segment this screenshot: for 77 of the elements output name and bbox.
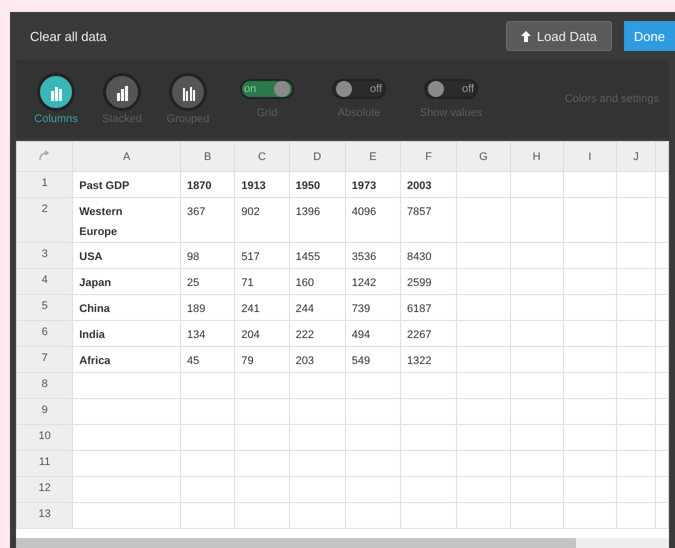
table-cell: 494 <box>345 320 401 346</box>
row-number[interactable]: 1 <box>16 172 73 198</box>
table-cell: 1322 <box>400 346 457 372</box>
table-cell: 1950 <box>289 172 346 198</box>
row-number[interactable]: 6 <box>16 320 73 346</box>
row-number[interactable]: 7 <box>16 346 73 372</box>
table-cell: Western Europe <box>72 198 181 242</box>
table-cell: 98 <box>180 242 235 268</box>
table-cell: 189 <box>180 294 235 320</box>
table-cell: 1242 <box>345 268 401 294</box>
table-cell: 517 <box>234 242 290 268</box>
chart-type-label: Columns <box>34 113 78 125</box>
curved-arrow-icon <box>38 150 51 160</box>
table-cell: 1913 <box>234 172 290 198</box>
chart-type-button[interactable] <box>103 73 141 111</box>
chart-type-button[interactable] <box>169 73 207 111</box>
row-number[interactable]: 13 <box>16 502 73 528</box>
row-number[interactable]: 8 <box>16 372 73 398</box>
row-number[interactable]: 12 <box>16 476 73 502</box>
table-cell: 367 <box>180 198 235 242</box>
table-cell: 160 <box>289 268 346 294</box>
bar-chart-icon <box>115 83 129 101</box>
table-cell: 71 <box>234 268 290 294</box>
column-header[interactable]: C <box>234 142 290 172</box>
table-cell: Africa <box>72 346 181 372</box>
table-cell: 79 <box>234 346 290 372</box>
table-cell: 45 <box>180 346 235 372</box>
column-header[interactable]: J <box>616 142 656 172</box>
table-cell: 25 <box>180 268 235 294</box>
table-cell: 3536 <box>345 242 401 268</box>
column-header[interactable]: F <box>400 142 457 172</box>
column-header[interactable]: G <box>456 142 510 172</box>
chart-type-button[interactable] <box>37 73 75 111</box>
table-cell: USA <box>72 242 181 268</box>
row-number[interactable]: 11 <box>16 450 73 476</box>
table-cell: India <box>72 320 181 346</box>
clear-data-link[interactable]: Clear all data <box>30 28 494 44</box>
table-cell: Past GDP <box>72 172 181 198</box>
table-cell: 1396 <box>289 198 346 242</box>
table-cell: 7857 <box>400 198 457 242</box>
table-cell: 6187 <box>400 294 457 320</box>
table-cell: 2599 <box>400 268 457 294</box>
table-cell: 4096 <box>345 198 401 242</box>
table-cell: 1455 <box>289 242 346 268</box>
column-header[interactable]: D <box>289 142 346 172</box>
scrollbar[interactable] <box>16 538 669 548</box>
upload-icon <box>520 30 531 42</box>
row-number[interactable]: 9 <box>16 398 73 424</box>
table-cell: 244 <box>289 294 346 320</box>
toggle-switch[interactable]: off <box>332 79 386 99</box>
table-cell: Japan <box>72 268 181 294</box>
row-number[interactable]: 2 <box>16 198 73 242</box>
table-cell: 204 <box>234 320 290 346</box>
table-cell: 8430 <box>400 242 457 268</box>
table-cell: 1973 <box>345 172 401 198</box>
row-number[interactable]: 4 <box>16 268 73 294</box>
column-header[interactable]: E <box>345 142 401 172</box>
table-cell: 902 <box>234 198 290 242</box>
row-number[interactable]: 5 <box>16 294 73 320</box>
table-cell: 2267 <box>400 320 457 346</box>
table-cell: 241 <box>234 294 290 320</box>
table-cell: 739 <box>345 294 401 320</box>
table-cell: China <box>72 294 181 320</box>
table-cell: 2003 <box>400 172 457 198</box>
column-header[interactable]: H <box>510 142 564 172</box>
table-cell: 134 <box>180 320 235 346</box>
load-data-button[interactable]: Load Data <box>506 21 612 51</box>
table-cell: 1870 <box>180 172 235 198</box>
table-cell: 222 <box>289 320 346 346</box>
table-cell: 549 <box>345 346 401 372</box>
column-header[interactable]: B <box>180 142 235 172</box>
toggle-switch[interactable]: off <box>424 79 478 99</box>
row-number[interactable]: 3 <box>16 242 73 268</box>
column-header[interactable]: A <box>72 142 181 172</box>
row-number[interactable]: 10 <box>16 424 73 450</box>
column-header[interactable]: I <box>563 142 617 172</box>
table-cell: 203 <box>289 346 346 372</box>
